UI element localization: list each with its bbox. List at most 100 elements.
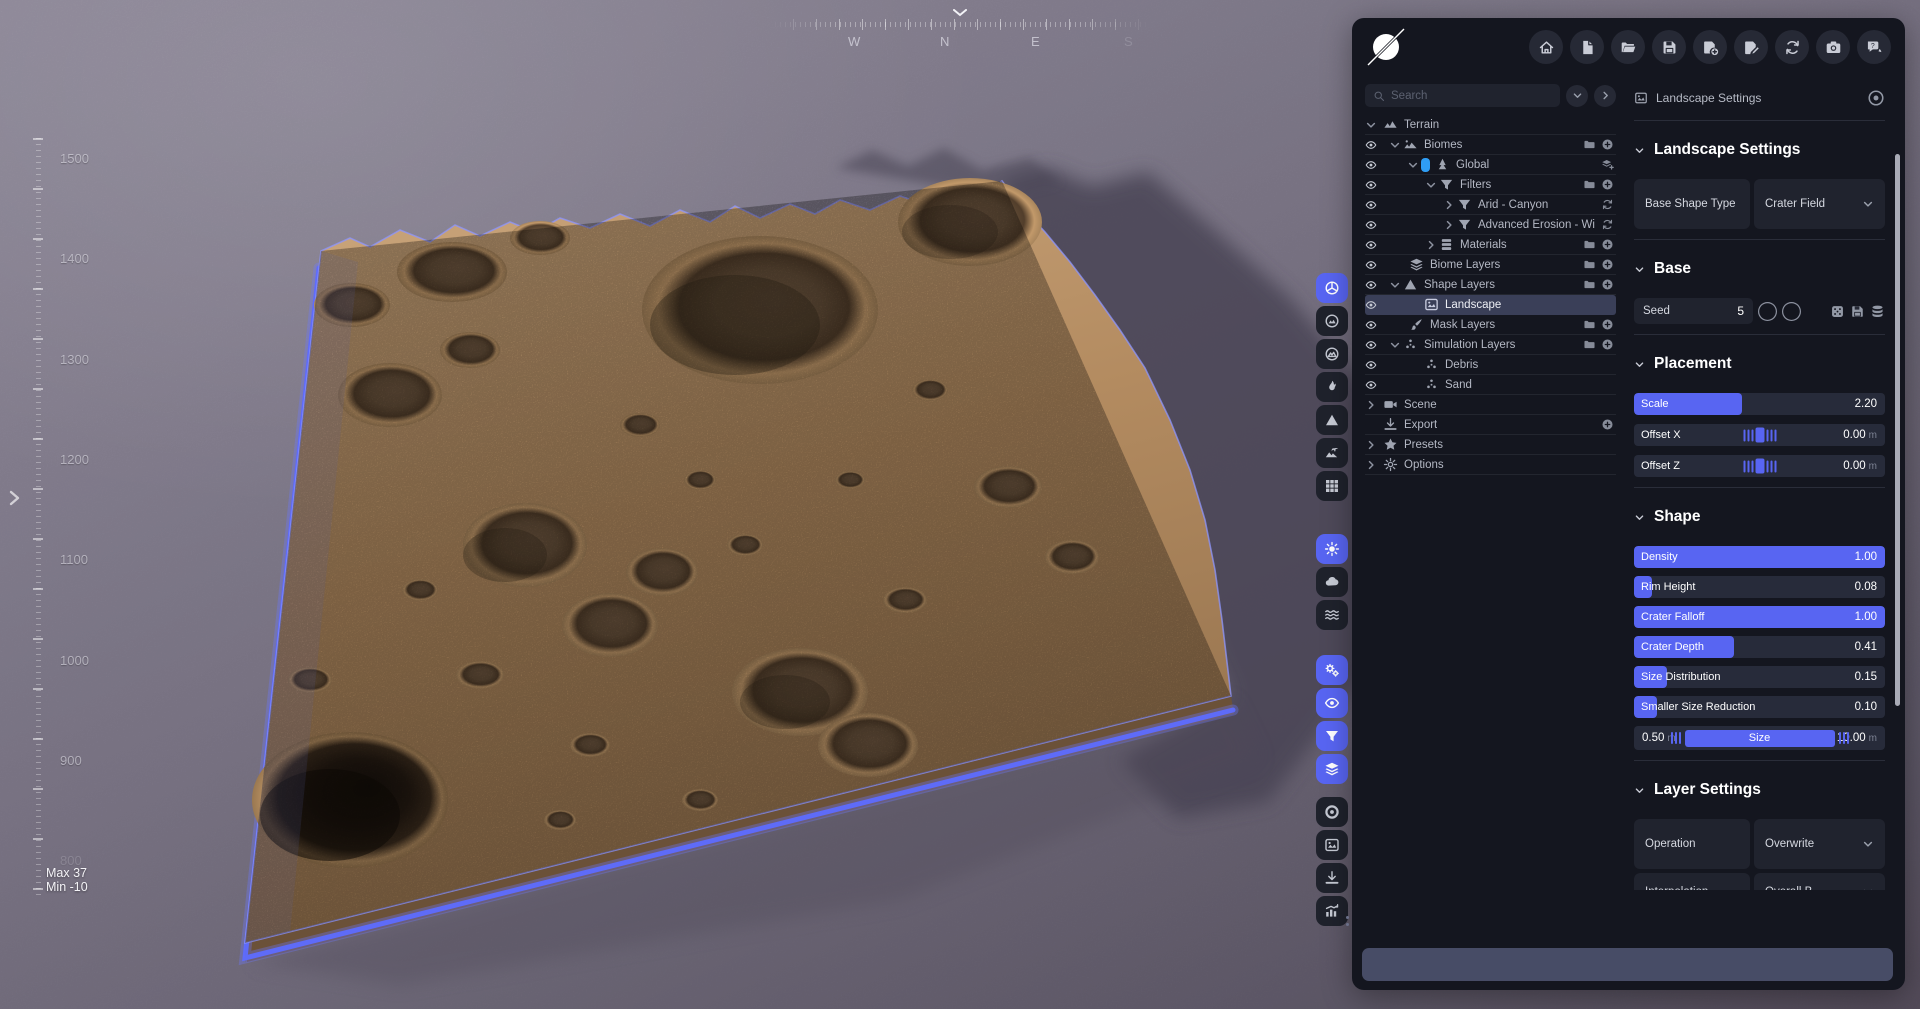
slider-smaller-size-reduction[interactable]: Smaller Size Reduction0.10 bbox=[1634, 696, 1885, 718]
eye-icon[interactable] bbox=[1365, 259, 1377, 271]
tree-row-biomes[interactable]: Biomes bbox=[1365, 135, 1616, 155]
search-input[interactable] bbox=[1391, 90, 1552, 102]
eye-icon[interactable] bbox=[1365, 279, 1377, 291]
range-handle[interactable]: Size bbox=[1685, 730, 1835, 747]
setting-dropdown-base-shape-type[interactable]: Crater Field bbox=[1754, 179, 1885, 229]
viewport-tool-gears-button[interactable] bbox=[1316, 655, 1348, 685]
viewport-tool-island-button[interactable] bbox=[1316, 438, 1348, 468]
section-heading-shape[interactable]: Shape bbox=[1634, 508, 1885, 526]
eye-icon[interactable] bbox=[1365, 319, 1377, 331]
number-field-seed[interactable]: Seed5 bbox=[1634, 298, 1753, 324]
setting-dropdown-interpolation-mode[interactable]: Overall B bbox=[1754, 873, 1885, 890]
camera-button[interactable] bbox=[1816, 30, 1850, 64]
tree-row-filters[interactable]: Filters bbox=[1365, 175, 1616, 195]
setting-dropdown-operation[interactable]: Overwrite bbox=[1754, 819, 1885, 869]
plus-circle-icon[interactable] bbox=[1601, 318, 1614, 331]
sync-button[interactable] bbox=[1775, 30, 1809, 64]
viewport-tool-waves-button[interactable] bbox=[1316, 600, 1348, 630]
save-edit-button[interactable] bbox=[1734, 30, 1768, 64]
slider-crater-depth[interactable]: Crater Depth0.41 bbox=[1634, 636, 1885, 658]
viewport-tool-mountain-circle-button[interactable] bbox=[1316, 306, 1348, 336]
section-heading-placement[interactable]: Placement bbox=[1634, 355, 1885, 373]
plus-circle-icon[interactable] bbox=[1601, 138, 1614, 151]
viewport-tool-chart-button[interactable] bbox=[1316, 896, 1348, 926]
viewport-tool-mountain-button[interactable] bbox=[1316, 405, 1348, 435]
eye-icon[interactable] bbox=[1365, 159, 1377, 171]
viewport-tool-mountain-circle-alt-button[interactable] bbox=[1316, 339, 1348, 369]
tree-row-terrain[interactable]: Terrain bbox=[1365, 115, 1616, 135]
eye-icon[interactable] bbox=[1365, 139, 1377, 151]
eye-icon[interactable] bbox=[1365, 219, 1377, 231]
plus-circle-icon[interactable] bbox=[1601, 338, 1614, 351]
plus-circle-icon[interactable] bbox=[1601, 418, 1614, 431]
panel-resize-handle[interactable] bbox=[1346, 916, 1350, 932]
help-button[interactable]: ? bbox=[1857, 30, 1891, 64]
folder-open-button[interactable] bbox=[1611, 30, 1645, 64]
drag-handle[interactable] bbox=[1743, 459, 1776, 474]
layer-color-swatch[interactable] bbox=[1421, 158, 1430, 172]
viewport-tool-eye-button[interactable] bbox=[1316, 688, 1348, 718]
folder-icon[interactable] bbox=[1583, 278, 1596, 291]
plus-circle-icon[interactable] bbox=[1601, 278, 1614, 291]
tree-collapse-all-button[interactable] bbox=[1566, 85, 1588, 107]
save-add-button[interactable] bbox=[1693, 30, 1727, 64]
viewport-tool-image-button[interactable] bbox=[1316, 830, 1348, 860]
eye-icon[interactable] bbox=[1365, 379, 1377, 391]
tree-row-biome-layers[interactable]: Biome Layers bbox=[1365, 255, 1616, 275]
viewport-tool-download-button[interactable] bbox=[1316, 863, 1348, 893]
viewport-tool-flame-button[interactable] bbox=[1316, 372, 1348, 402]
section-heading-landscape-settings[interactable]: Landscape Settings bbox=[1634, 141, 1885, 159]
eye-icon[interactable] bbox=[1365, 239, 1377, 251]
tree-row-mask-layers[interactable]: Mask Layers bbox=[1365, 315, 1616, 335]
range-slider-size[interactable]: 0.50mSize10.00m bbox=[1634, 726, 1885, 750]
drag-field-offset-z[interactable]: Offset Z0.00m bbox=[1634, 455, 1885, 477]
tree-row-debris[interactable]: Debris bbox=[1365, 355, 1616, 375]
tree-row-shape-layers[interactable]: Shape Layers bbox=[1365, 275, 1616, 295]
settings-scrollbar[interactable] bbox=[1895, 154, 1900, 706]
slider-size-distribution[interactable]: Size Distribution0.15 bbox=[1634, 666, 1885, 688]
file-new-button[interactable] bbox=[1570, 30, 1604, 64]
folder-icon[interactable] bbox=[1583, 178, 1596, 191]
tree-expand-all-button[interactable] bbox=[1594, 85, 1616, 107]
tree-row-presets[interactable]: Presets bbox=[1365, 435, 1616, 455]
decrement-button[interactable] bbox=[1758, 302, 1777, 321]
eye-icon[interactable] bbox=[1365, 339, 1377, 351]
tree-row-advanced-erosion[interactable]: Advanced Erosion - Wi bbox=[1365, 215, 1616, 235]
viewport-tool-grid-button[interactable] bbox=[1316, 471, 1348, 501]
search-box[interactable] bbox=[1365, 84, 1560, 107]
viewport-tool-planet-button[interactable] bbox=[1316, 273, 1348, 303]
viewport-tool-cloud-button[interactable] bbox=[1316, 567, 1348, 597]
save-icon[interactable] bbox=[1850, 304, 1865, 319]
left-panel-expand-chevron[interactable] bbox=[6, 488, 22, 508]
database-icon[interactable] bbox=[1870, 304, 1885, 319]
folder-icon[interactable] bbox=[1583, 238, 1596, 251]
slider-scale[interactable]: Scale2.20 bbox=[1634, 393, 1885, 415]
tree-row-export[interactable]: Export bbox=[1365, 415, 1616, 435]
home-button[interactable] bbox=[1529, 30, 1563, 64]
tree-row-options[interactable]: Options bbox=[1365, 455, 1616, 475]
refresh-icon[interactable] bbox=[1601, 218, 1614, 231]
folder-icon[interactable] bbox=[1583, 138, 1596, 151]
plus-circle-icon[interactable] bbox=[1601, 258, 1614, 271]
drag-field-offset-x[interactable]: Offset X0.00m bbox=[1634, 424, 1885, 446]
layers-add-icon[interactable] bbox=[1601, 158, 1614, 171]
refresh-icon[interactable] bbox=[1601, 198, 1614, 211]
section-heading-base[interactable]: Base bbox=[1634, 260, 1885, 278]
increment-button[interactable] bbox=[1782, 302, 1801, 321]
plus-circle-icon[interactable] bbox=[1601, 178, 1614, 191]
tree-row-global[interactable]: Global bbox=[1365, 155, 1616, 175]
tree-row-landscape[interactable]: Landscape bbox=[1365, 295, 1616, 315]
eye-icon[interactable] bbox=[1365, 179, 1377, 191]
plus-circle-icon[interactable] bbox=[1601, 238, 1614, 251]
drag-handle[interactable] bbox=[1743, 428, 1776, 443]
eye-icon[interactable] bbox=[1365, 299, 1377, 311]
viewport-tool-sun-button[interactable] bbox=[1316, 534, 1348, 564]
slider-rim-height[interactable]: Rim Height0.08 bbox=[1634, 576, 1885, 598]
dice-icon[interactable] bbox=[1830, 304, 1845, 319]
tree-row-simulation-layers[interactable]: Simulation Layers bbox=[1365, 335, 1616, 355]
slider-crater-falloff[interactable]: Crater Falloff1.00 bbox=[1634, 606, 1885, 628]
tree-row-sand[interactable]: Sand bbox=[1365, 375, 1616, 395]
viewport-tool-filter-button[interactable] bbox=[1316, 721, 1348, 751]
eye-icon[interactable] bbox=[1365, 359, 1377, 371]
folder-icon[interactable] bbox=[1583, 258, 1596, 271]
